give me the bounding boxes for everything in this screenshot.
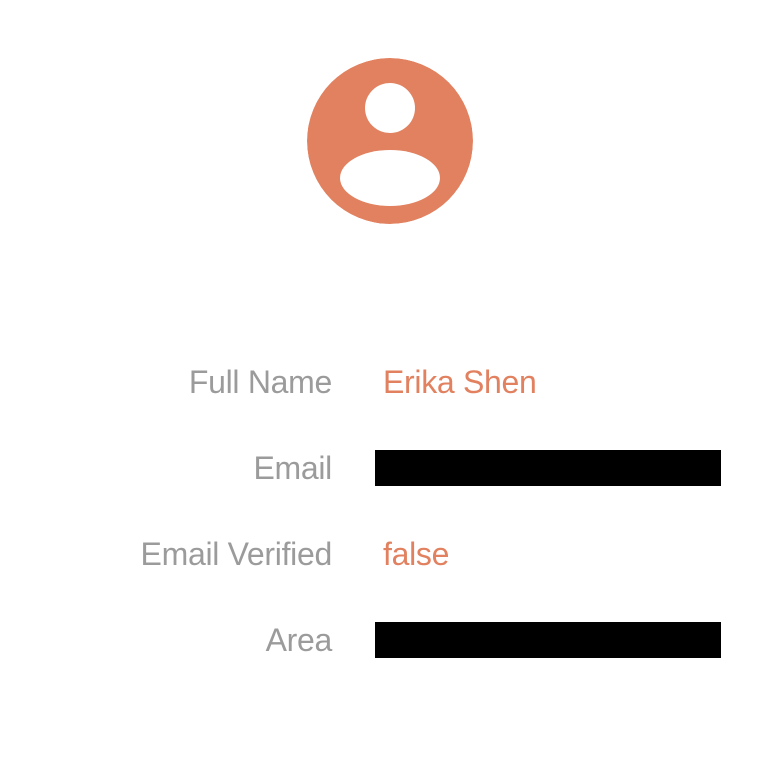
profile-details: Full Name Erika Shen Email Email Verifie… xyxy=(0,340,770,684)
email-label: Email xyxy=(253,450,332,486)
full-name-row: Full Name Erika Shen xyxy=(0,340,770,426)
full-name-label: Full Name xyxy=(188,364,332,400)
area-label: Area xyxy=(265,622,333,658)
email-redacted-value xyxy=(375,450,721,486)
area-redacted-value xyxy=(375,622,721,658)
email-verified-label: Email Verified xyxy=(140,536,333,572)
avatar xyxy=(307,58,473,224)
account-circle-icon xyxy=(307,58,473,224)
area-row: Area xyxy=(0,598,770,684)
full-name-value: Erika Shen xyxy=(383,364,537,400)
email-verified-row: Email Verified false xyxy=(0,512,770,598)
email-verified-value: false xyxy=(383,536,450,572)
email-row: Email xyxy=(0,426,770,512)
